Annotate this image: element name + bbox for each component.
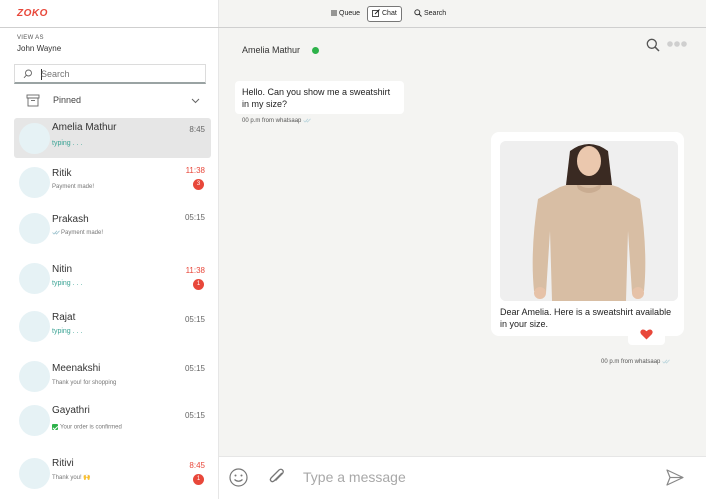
view-as-name[interactable]: John Wayne [17, 44, 61, 53]
menu-icon [331, 10, 337, 16]
double-check-icon [52, 230, 60, 235]
chat-name: Rajat [52, 312, 76, 323]
incoming-message-meta: 00 p.m from whatsaap [242, 118, 312, 124]
avatar [19, 167, 50, 198]
chat-time: 05:15 [184, 315, 205, 324]
chat-list-item[interactable]: Ritik Payment made! 11:38 3 [14, 162, 211, 202]
chevron-down-icon[interactable] [191, 96, 200, 105]
chat-name: Ritik [52, 168, 72, 179]
contact-name: Amelia Mathur [242, 45, 301, 55]
chat-time: 05:15 [184, 411, 205, 420]
chat-preview-text: Payment made! [61, 230, 104, 237]
chat-preview-text: Your order is confirmed [60, 424, 122, 431]
avatar [19, 311, 50, 342]
search-icon[interactable] [646, 38, 660, 52]
chat-time: 8:45 [189, 461, 205, 470]
nav-queue-label: Queue [339, 10, 361, 17]
product-photo[interactable] [500, 141, 678, 301]
chat-preview: Thank you! for shopping [52, 380, 117, 386]
avatar [19, 263, 50, 294]
double-check-icon [303, 118, 311, 123]
view-as-label: VIEW AS [17, 35, 44, 41]
nav-search[interactable]: Search [410, 6, 450, 22]
outgoing-image-message[interactable]: Dear Amelia. Here is a sweatshirt availa… [491, 132, 684, 336]
search-icon [23, 69, 32, 79]
model-in-sweatshirt-image [500, 141, 678, 301]
unread-badge: 1 [193, 279, 204, 290]
chat-name: Amelia Mathur [52, 122, 117, 133]
chat-time: 11:38 [185, 266, 205, 275]
chat-name: Gayathri [52, 405, 90, 416]
chat-list-item[interactable]: Amelia Mathur typing . . . 8:45 [14, 118, 211, 158]
chat-preview: Payment made! [52, 230, 103, 236]
avatar [19, 361, 50, 392]
chat-preview: typing . . . [52, 140, 83, 147]
message-meta-text: 00 p.m from whatsaap [242, 118, 302, 125]
avatar [19, 213, 50, 244]
unread-badge: 3 [193, 179, 204, 190]
chat-preview: Thank you! 🙌 [52, 475, 91, 481]
chat-search-box[interactable] [14, 64, 206, 84]
avatar [19, 123, 50, 154]
chat-list-item[interactable]: Prakash Payment made! 05:15 [14, 208, 211, 248]
edit-icon [372, 9, 380, 18]
chat-time: 05:15 [184, 213, 205, 222]
attachment-paperclip-icon[interactable] [267, 467, 287, 487]
chat-preview: typing . . . [52, 328, 83, 335]
emoji-icon[interactable] [229, 468, 248, 487]
double-check-icon [662, 359, 670, 364]
more-options-icon[interactable] [667, 41, 687, 47]
avatar [19, 405, 50, 436]
heart-icon [640, 329, 653, 340]
search-icon [414, 9, 422, 17]
top-nav: Queue Chat Search [219, 0, 706, 28]
chat-list-item[interactable]: Gayathri Your order is confirmed 05:15 [14, 400, 211, 440]
brand-logo[interactable]: ZOKO [17, 8, 48, 19]
nav-search-label: Search [424, 10, 447, 17]
chat-name: Ritivi [52, 458, 74, 469]
nav-chat-label: Chat [382, 10, 397, 17]
chat-preview: Payment made! [52, 184, 95, 190]
online-status-dot [312, 47, 319, 54]
chat-time: 05:15 [184, 364, 205, 373]
message-reaction[interactable] [628, 325, 665, 345]
chat-preview: typing . . . [52, 280, 83, 287]
pinned-section-header[interactable]: Pinned [14, 90, 206, 112]
pinned-label: Pinned [53, 95, 82, 105]
incoming-message[interactable]: Hello. Can you show me a sweatshirt in m… [235, 81, 404, 114]
message-input[interactable] [303, 466, 633, 488]
message-composer [219, 456, 706, 499]
archive-box-icon [26, 94, 40, 107]
chat-name: Prakash [52, 214, 89, 225]
chat-list-item[interactable]: Meenakshi Thank you! for shopping 05:15 [14, 356, 211, 396]
send-icon[interactable] [666, 469, 684, 486]
chat-search-input[interactable] [41, 67, 201, 81]
avatar [19, 458, 50, 489]
outgoing-message-meta: 00 p.m from whatsaap [601, 359, 671, 365]
nav-queue[interactable]: Queue [327, 6, 364, 22]
chat-time: 11:38 [185, 166, 205, 175]
chat-list-item[interactable]: Ritivi Thank you! 🙌 8:45 1 [14, 453, 211, 493]
sidebar: ZOKO VIEW AS John Wayne Pinned Amelia Ma… [0, 0, 219, 499]
nav-chat[interactable]: Chat [367, 6, 402, 22]
chat-list-item[interactable]: Nitin typing . . . 11:38 1 [14, 258, 211, 298]
checkbox-check-icon [52, 424, 58, 430]
divider [0, 27, 219, 28]
message-meta-text: 00 p.m from whatsaap [601, 359, 661, 366]
unread-badge: 1 [193, 474, 204, 485]
chat-time: 8:45 [189, 125, 205, 134]
chat-list-item[interactable]: Rajat typing . . . 05:15 [14, 306, 211, 346]
chat-preview: Your order is confirmed [52, 424, 122, 431]
chat-name: Meenakshi [52, 363, 101, 374]
chat-name: Nitin [52, 264, 73, 275]
conversation-panel: Queue Chat Search Amelia Mathur Hello. C… [219, 0, 706, 499]
